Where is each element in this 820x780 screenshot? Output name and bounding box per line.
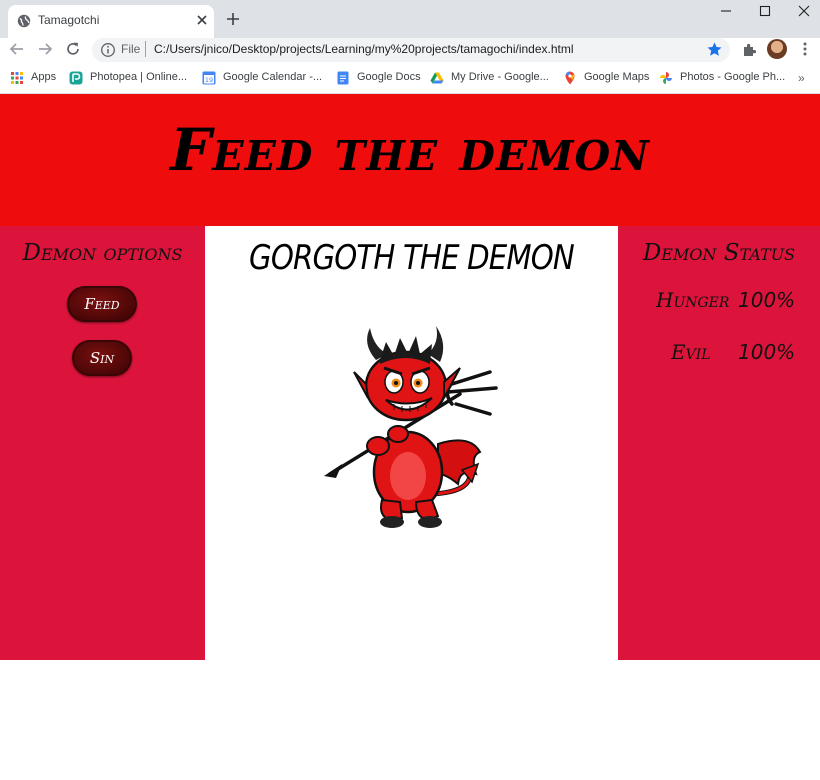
page-title: Feed the demon — [170, 116, 650, 184]
svg-text:19: 19 — [205, 76, 213, 84]
photos-icon — [660, 72, 672, 84]
forward-arrow-icon[interactable] — [36, 40, 54, 58]
feed-button[interactable]: Feed — [67, 286, 137, 322]
url-scheme-label: File — [121, 42, 141, 56]
devil-character-image — [324, 326, 498, 528]
bookmark-label: Apps — [31, 71, 57, 83]
status-panel: Demon Status Hunger 100% Evil 100% — [618, 226, 820, 660]
close-tab-icon[interactable] — [194, 12, 210, 28]
extensions-puzzle-icon[interactable] — [740, 41, 758, 59]
sin-button[interactable]: Sin — [72, 340, 132, 376]
bookmark-label: Photos - Google Ph... — [680, 71, 786, 83]
calendar-icon: 19 — [202, 71, 216, 85]
back-arrow-icon[interactable] — [8, 40, 26, 58]
drive-icon — [430, 72, 444, 84]
info-icon[interactable] — [100, 42, 116, 58]
options-panel: Demon options Feed Sin — [0, 226, 205, 660]
photopea-icon — [69, 71, 83, 85]
bookmark-my-drive[interactable]: My Drive - Google... — [430, 70, 554, 88]
bookmark-label: Photopea | Online... — [90, 71, 188, 83]
new-tab-icon[interactable] — [224, 10, 242, 28]
kebab-menu-icon[interactable] — [797, 41, 813, 57]
browser-tabstrip: Tamagotchi — [0, 0, 820, 38]
reload-icon[interactable] — [64, 40, 82, 58]
status-panel-title: Demon Status — [642, 240, 796, 266]
bookmark-label: My Drive - Google... — [451, 71, 549, 83]
demon-name: GORGOTH THE DEMON — [249, 238, 575, 278]
hunger-value: 100% — [738, 288, 796, 312]
browser-toolbar: File C:/Users/jnico/Desktop/projects/Lea… — [0, 38, 820, 64]
evil-value: 100% — [738, 340, 796, 364]
apps-grid-icon — [11, 72, 23, 84]
docs-icon — [337, 71, 349, 85]
window-close-icon[interactable] — [796, 3, 812, 19]
maps-icon — [565, 71, 575, 85]
evil-stat-row: Evil 100% — [618, 340, 820, 370]
bookmark-google-docs[interactable]: Google Docs — [336, 70, 421, 88]
bookmark-apps[interactable]: Apps — [10, 70, 60, 88]
maximize-icon[interactable] — [757, 3, 773, 19]
minimize-icon[interactable] — [718, 3, 734, 19]
tab-title: Tamagotchi — [38, 13, 100, 27]
demon-panel: GORGOTH THE DEMON — [205, 226, 618, 660]
bookmarks-overflow-chevron[interactable]: » — [798, 71, 805, 85]
bookmark-google-maps[interactable]: Google Maps — [563, 70, 651, 88]
bookmark-label: Google Calendar -... — [223, 71, 323, 83]
evil-label: Evil — [671, 340, 711, 364]
profile-avatar[interactable] — [767, 39, 787, 59]
bookmark-photopea[interactable]: Photopea | Online... — [69, 70, 194, 88]
bookmark-google-photos[interactable]: Photos - Google Ph... — [659, 70, 786, 88]
browser-tab[interactable]: Tamagotchi — [8, 5, 214, 38]
page-viewport: Feed the demon Demon options Feed Sin GO… — [0, 94, 820, 780]
hunger-stat-row: Hunger 100% — [618, 288, 820, 318]
bookmark-label: Google Maps — [584, 71, 650, 83]
options-panel-title: Demon options — [22, 240, 183, 266]
bookmark-label: Google Docs — [357, 71, 421, 83]
url-separator — [145, 41, 146, 57]
address-bar[interactable]: File C:/Users/jnico/Desktop/projects/Lea… — [92, 38, 730, 62]
hunger-label: Hunger — [656, 288, 730, 312]
bookmark-google-calendar[interactable]: 19 Google Calendar -... — [202, 70, 330, 88]
page-header: Feed the demon — [0, 94, 820, 226]
url-text[interactable]: C:/Users/jnico/Desktop/projects/Learning… — [154, 42, 574, 56]
bookmark-star-icon[interactable] — [706, 41, 723, 58]
bookmarks-bar: Apps Photopea | Online... 19 Google Cale… — [0, 64, 820, 94]
globe-icon — [17, 14, 31, 28]
